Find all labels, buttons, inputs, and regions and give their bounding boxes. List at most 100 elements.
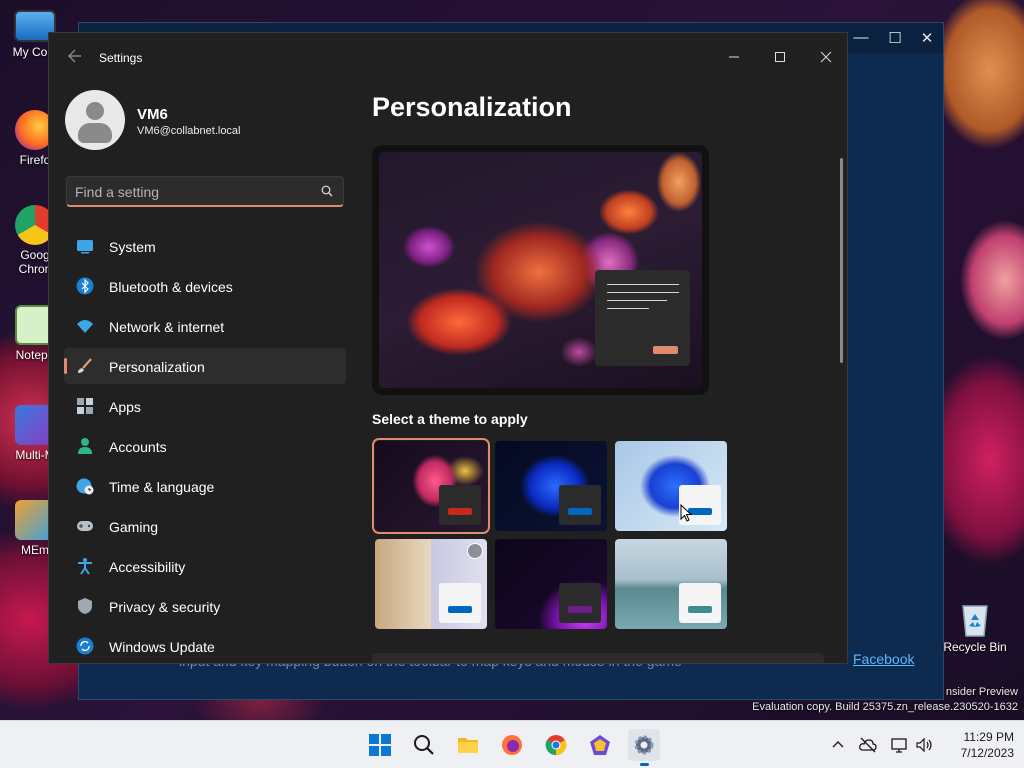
gamepad-icon [77, 521, 93, 531]
sidebar-nav: System Bluetooth & devices Network & int… [64, 228, 346, 663]
slideshow-badge-icon [467, 543, 483, 559]
file-explorer-button[interactable] [452, 729, 484, 761]
preview-line [607, 284, 679, 285]
firefox-icon [502, 735, 522, 755]
sidebar-item-label: Apps [109, 399, 141, 415]
search-icon [414, 735, 434, 755]
desktop-icon-recycle-bin[interactable]: Recycle Bin [940, 598, 1010, 654]
theme-mini-window [679, 583, 721, 623]
sidebar-item-label: Accessibility [109, 559, 186, 575]
theme-tile[interactable] [372, 438, 490, 534]
theme-tile[interactable] [375, 539, 487, 629]
preview-window [595, 270, 690, 366]
shield-icon [78, 598, 92, 614]
preview-line [607, 292, 679, 293]
recycle-bin-icon [962, 605, 988, 637]
theme-tile[interactable] [615, 441, 727, 531]
clock-time: 11:29 PM [963, 730, 1014, 744]
theme-mini-window [439, 485, 481, 525]
volume-icon[interactable] [914, 735, 934, 755]
search-icon[interactable] [321, 185, 333, 197]
sidebar-item-gaming[interactable]: Gaming [64, 508, 346, 544]
settings-window[interactable]: Settings VM6 VM6@collabnet.local System [48, 32, 848, 664]
sidebar-item-label: Personalization [109, 359, 205, 375]
sidebar-item-personalization[interactable]: Personalization [64, 348, 346, 384]
recycle-bin-label: Recycle Bin [943, 640, 1007, 654]
chevron-up-icon[interactable] [828, 735, 848, 755]
facebook-link[interactable]: Facebook [853, 651, 914, 667]
start-button[interactable] [364, 729, 396, 761]
accessibility-icon [78, 558, 92, 575]
taskbar: 11:29 PM 7/12/2023 [0, 720, 1024, 768]
settings-icon [634, 735, 654, 755]
sidebar-item-label: Privacy & security [109, 599, 221, 615]
maximize-button[interactable] [757, 41, 803, 73]
mouse-cursor-icon [680, 504, 692, 522]
update-icon [76, 637, 94, 655]
sidebar-item-accessibility[interactable]: Accessibility [64, 548, 346, 584]
system-icon [77, 240, 93, 254]
sidebar-item-time-language[interactable]: Time & language [64, 468, 346, 504]
memu-taskbar-button[interactable] [584, 729, 616, 761]
sidebar-item-label: Bluetooth & devices [109, 279, 233, 295]
theme-tile[interactable] [495, 441, 607, 531]
sidebar-item-label: Network & internet [109, 319, 225, 335]
theme-mini-window [559, 583, 601, 623]
clock[interactable]: 11:29 PM 7/12/2023 [944, 729, 1014, 761]
theme-accent-bar [568, 508, 592, 515]
watermark-line-1: nsider Preview [945, 686, 1018, 698]
theme-preview [372, 145, 709, 395]
start-icon [369, 734, 391, 756]
accounts-icon [78, 438, 92, 454]
avatar[interactable] [65, 90, 125, 150]
search-input[interactable] [75, 183, 305, 201]
preview-button [653, 346, 678, 354]
preview-line [607, 300, 667, 301]
chrome-taskbar-button[interactable] [540, 729, 572, 761]
settings-taskbar-button[interactable] [628, 729, 660, 766]
avatar-head [86, 102, 104, 120]
network-icon[interactable] [890, 735, 910, 755]
sidebar-item-bluetooth[interactable]: Bluetooth & devices [64, 268, 346, 304]
theme-mini-window [439, 583, 481, 623]
maximize-icon[interactable]: ☐ [885, 29, 905, 47]
themes-heading: Select a theme to apply [372, 411, 528, 427]
sidebar-item-accounts[interactable]: Accounts [64, 428, 346, 464]
clock-date: 7/12/2023 [960, 746, 1014, 760]
scrollbar[interactable] [840, 158, 843, 363]
minimize-button[interactable] [711, 41, 757, 73]
sidebar-item-network[interactable]: Network & internet [64, 308, 346, 344]
user-email: VM6@collabnet.local [137, 125, 241, 137]
wifi-icon [77, 320, 93, 333]
theme-tile[interactable] [615, 539, 727, 629]
cloud-offline-icon[interactable] [858, 735, 878, 755]
file-explorer-icon [458, 738, 478, 753]
globe-clock-icon [76, 478, 94, 495]
sidebar-item-windows-update[interactable]: Windows Update [64, 628, 346, 663]
watermark-line-2: Evaluation copy. Build 25375.zn_release.… [752, 701, 1018, 713]
user-name: VM6 [137, 106, 168, 123]
apps-icon [77, 398, 93, 414]
sidebar-item-system[interactable]: System [64, 228, 346, 264]
close-icon[interactable]: ✕ [917, 29, 937, 47]
sidebar-item-label: Accounts [109, 439, 167, 455]
theme-accent-bar [448, 508, 472, 515]
back-arrow-icon[interactable] [65, 47, 83, 65]
title-bar[interactable]: Settings [49, 33, 847, 81]
theme-mini-window [559, 485, 601, 525]
preview-wallpaper [379, 152, 702, 388]
chrome-icon [545, 735, 567, 756]
sidebar-item-label: Windows Update [109, 639, 215, 655]
close-button[interactable] [803, 41, 847, 73]
sidebar-item-privacy[interactable]: Privacy & security [64, 588, 346, 624]
next-settings-card[interactable] [372, 653, 824, 663]
taskbar-search-button[interactable] [408, 729, 440, 761]
theme-accent-bar [448, 606, 472, 613]
theme-tile[interactable] [495, 539, 607, 629]
sidebar-item-apps[interactable]: Apps [64, 388, 346, 424]
brush-icon [78, 358, 92, 373]
firefox-taskbar-button[interactable] [496, 729, 528, 761]
search-box[interactable] [66, 176, 344, 207]
minimize-icon[interactable]: — [851, 29, 871, 46]
maximize-icon [775, 52, 785, 62]
